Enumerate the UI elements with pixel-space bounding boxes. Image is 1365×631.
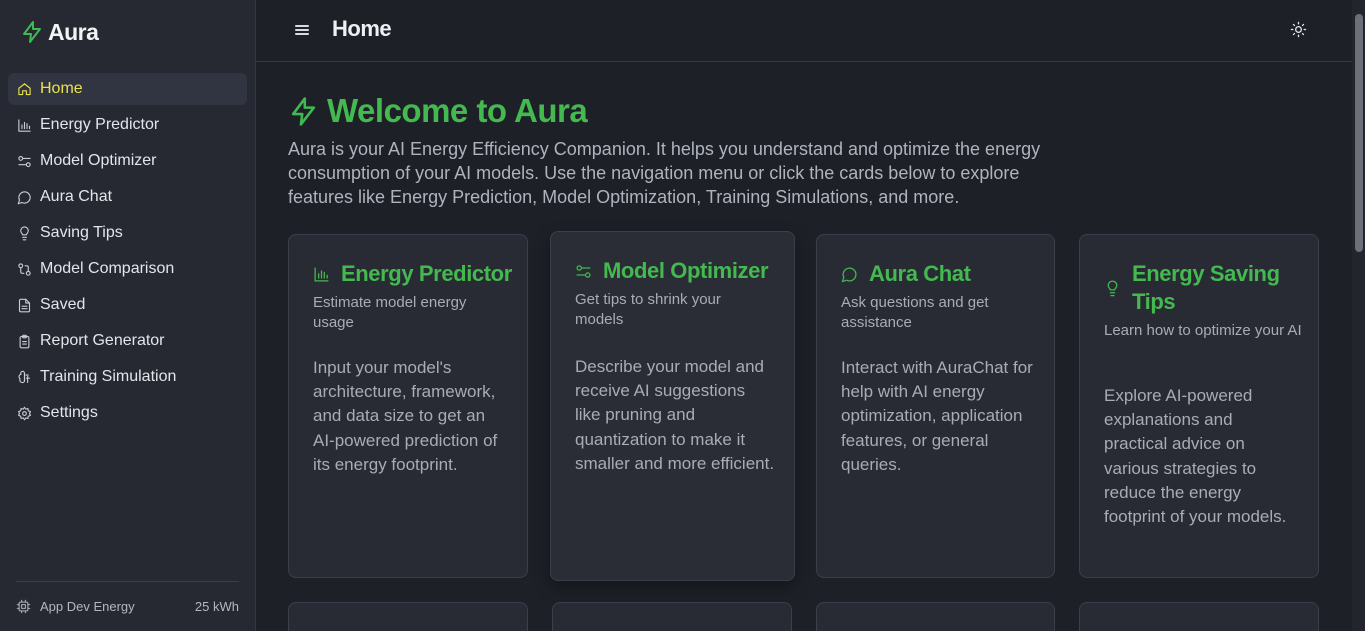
lightning-bolt-icon xyxy=(291,96,316,126)
card-description: Interact with AuraChat for help with AI … xyxy=(841,358,1033,474)
card-header: Model Optimizer xyxy=(575,257,769,285)
energy-usage-footer: App Dev Energy 25 kWh xyxy=(16,597,239,615)
sidebar-item-label: Model Comparison xyxy=(40,260,175,277)
menu-toggle-button[interactable] xyxy=(294,22,310,38)
home-icon xyxy=(16,81,32,97)
gear-icon xyxy=(16,405,32,421)
energy-usage-value: 25 kWh xyxy=(194,598,239,614)
intro-text: Aura is your AI Energy Efficiency Compan… xyxy=(288,139,1041,207)
card-header: Aura Chat xyxy=(841,260,971,288)
app-name: Aura xyxy=(48,18,99,45)
lightbulb-icon xyxy=(16,225,32,241)
sidebar-item-label: Saved xyxy=(40,296,86,313)
card-subtitle: Estimate model energy usage xyxy=(313,294,467,331)
sidebar-divider xyxy=(16,581,239,582)
bar-chart-icon xyxy=(16,117,32,133)
card-subtitle: Learn how to optimize your AI xyxy=(1104,322,1302,339)
sidebar-item-label: Aura Chat xyxy=(40,188,113,205)
sidebar: Aura Home Energy Predictor Model Optimiz… xyxy=(0,0,256,631)
sidebar-item-saving-tips[interactable]: Saving Tips xyxy=(8,217,247,249)
compare-arrows-icon xyxy=(16,261,32,277)
card-row2-2[interactable] xyxy=(552,602,792,631)
theme-toggle-button[interactable] xyxy=(1290,21,1308,39)
brand-logo[interactable]: Aura xyxy=(20,18,99,46)
card-subtitle: Get tips to shrink your models xyxy=(575,291,721,328)
sidebar-nav: Home Energy Predictor Model Optimizer Au… xyxy=(8,73,247,433)
sidebar-item-label: Home xyxy=(40,80,83,97)
card-row2-1[interactable] xyxy=(288,602,528,631)
energy-usage-label: App Dev Energy xyxy=(40,598,135,614)
sidebar-item-energy-predictor[interactable]: Energy Predictor xyxy=(8,109,247,141)
card-row2-3[interactable] xyxy=(816,602,1055,631)
brain-icon xyxy=(16,369,32,385)
sidebar-item-report-generator[interactable]: Report Generator xyxy=(8,325,247,357)
top-header: Home xyxy=(256,0,1352,62)
card-title: Energy Predictor xyxy=(341,261,512,286)
card-header: Energy Saving Tips xyxy=(1104,260,1302,316)
card-description: Explore AI-powered explanations and prac… xyxy=(1104,386,1287,527)
card-header: Energy Predictor xyxy=(313,260,512,288)
card-row2-4[interactable] xyxy=(1079,602,1319,631)
sidebar-item-home[interactable]: Home xyxy=(8,73,247,105)
welcome-heading: Welcome to Aura xyxy=(288,92,588,130)
card-title: Model Optimizer xyxy=(603,258,769,283)
sidebar-item-label: Saving Tips xyxy=(40,224,123,241)
scrollbar-thumb[interactable] xyxy=(1355,14,1363,252)
sidebar-item-aura-chat[interactable]: Aura Chat xyxy=(8,181,247,213)
card-description: Describe your model and receive AI sugge… xyxy=(575,357,775,473)
page-scrollbar[interactable] xyxy=(1352,0,1365,631)
sidebar-item-label: Report Generator xyxy=(40,332,165,349)
card-subtitle: Ask questions and get assistance xyxy=(841,294,989,331)
chat-bubble-icon xyxy=(841,260,859,288)
cpu-icon xyxy=(16,599,31,613)
clipboard-icon xyxy=(16,333,32,349)
sun-icon xyxy=(1290,21,1307,38)
page-title: Home xyxy=(332,16,392,41)
welcome-title: Welcome to Aura xyxy=(327,92,588,129)
lightbulb-icon xyxy=(1104,260,1122,316)
card-energy-saving-tips[interactable]: Energy Saving Tips Learn how to optimize… xyxy=(1079,234,1319,578)
sidebar-item-settings[interactable]: Settings xyxy=(8,397,247,429)
sidebar-item-training-simulation[interactable]: Training Simulation xyxy=(8,361,247,393)
sidebar-item-model-comparison[interactable]: Model Comparison xyxy=(8,253,247,285)
card-title: Energy Saving Tips xyxy=(1132,261,1280,314)
file-icon xyxy=(16,297,32,313)
chat-bubble-icon xyxy=(16,189,32,205)
card-energy-predictor[interactable]: Energy Predictor Estimate model energy u… xyxy=(288,234,528,578)
sliders-icon xyxy=(16,153,32,169)
sidebar-item-label: Settings xyxy=(40,404,98,421)
card-aura-chat[interactable]: Aura Chat Ask questions and get assistan… xyxy=(816,234,1055,578)
sidebar-item-label: Energy Predictor xyxy=(40,116,160,133)
card-title: Aura Chat xyxy=(869,261,971,286)
sidebar-item-label: Training Simulation xyxy=(40,368,177,385)
lightning-bolt-icon xyxy=(23,21,41,43)
bar-chart-icon xyxy=(313,260,331,288)
sidebar-item-model-optimizer[interactable]: Model Optimizer xyxy=(8,145,247,177)
hamburger-menu-icon xyxy=(295,25,309,35)
sliders-icon xyxy=(575,257,593,285)
card-description: Input your model's architecture, framewo… xyxy=(313,358,498,474)
sidebar-item-saved[interactable]: Saved xyxy=(8,289,247,321)
card-model-optimizer[interactable]: Model Optimizer Get tips to shrink your … xyxy=(550,231,795,581)
sidebar-item-label: Model Optimizer xyxy=(40,152,157,169)
